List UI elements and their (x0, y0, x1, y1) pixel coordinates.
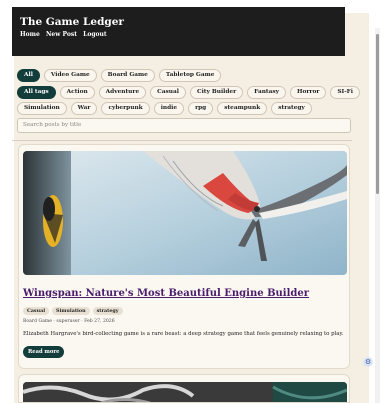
category-chip-all[interactable]: All (17, 69, 40, 82)
tag-chip-war[interactable]: War (70, 102, 98, 115)
post-meta: Board Game · superuser · Feb 27, 2026 (23, 319, 115, 324)
category-chip-board-game[interactable]: Board Game (100, 69, 155, 82)
post-tag[interactable]: strategy (92, 307, 123, 315)
tag-chip-city-builder[interactable]: City Builder (189, 86, 244, 99)
tag-chip-rpg[interactable]: rpg (188, 102, 214, 115)
tag-chip-casual[interactable]: Casual (150, 86, 186, 99)
tag-chip-strategy[interactable]: strategy (271, 102, 312, 115)
post-hero-image[interactable] (23, 382, 347, 402)
nav-new-post-link[interactable]: New Post (46, 31, 77, 38)
post-tag[interactable]: Simulation (52, 307, 90, 315)
tag-chip-all-tags[interactable]: All tags (17, 86, 56, 99)
tag-filter-row-1: All tags Action Adventure Casual City Bu… (17, 86, 360, 99)
tag-chip-simulation[interactable]: Simulation (17, 102, 67, 115)
section-divider (12, 140, 352, 141)
post-tag[interactable]: Casual (23, 307, 50, 315)
post-title-link[interactable]: Wingspan: Nature's Most Beautiful Engine… (23, 288, 309, 299)
category-chip-video-game[interactable]: Video Game (43, 69, 97, 82)
tag-chip-fantasy[interactable]: Fantasy (247, 86, 286, 99)
site-header: The Game Ledger Home New Post Logout (12, 7, 345, 56)
category-filter: All Video Game Board Game Tabletop Game (17, 69, 357, 82)
tag-chip-action[interactable]: Action (59, 86, 95, 99)
tag-chip-steampunk[interactable]: steampunk (217, 102, 268, 115)
scrollbar-thumb[interactable] (376, 34, 379, 194)
post-hero-image[interactable] (23, 151, 347, 275)
post-excerpt: Elizabeth Hargrave's bird-collecting gam… (23, 331, 344, 337)
page-scrollbar[interactable] (375, 28, 380, 403)
tag-chip-horror[interactable]: Horror (290, 86, 327, 99)
tag-chip-cyberpunk[interactable]: cyberpunk (101, 102, 150, 115)
gear-icon[interactable]: ⚙ (363, 357, 373, 367)
tag-chip-sci-fi[interactable]: SI-Fi (330, 86, 360, 99)
search-input[interactable]: Search posts by title (17, 118, 351, 133)
site-title[interactable]: The Game Ledger (20, 16, 337, 28)
post-card (18, 374, 350, 403)
nav-logout-link[interactable]: Logout (83, 31, 107, 38)
tag-chip-indie[interactable]: indie (153, 102, 185, 115)
post-tags: Casual Simulation strategy (23, 307, 123, 315)
nav-home-link[interactable]: Home (20, 31, 40, 38)
main-nav: Home New Post Logout (20, 31, 337, 38)
category-chip-tabletop-game[interactable]: Tabletop Game (158, 69, 222, 82)
read-more-button[interactable]: Read more (23, 346, 65, 358)
tag-chip-adventure[interactable]: Adventure (98, 86, 147, 99)
tag-filter-row-2: Simulation War cyberpunk indie rpg steam… (17, 102, 357, 115)
post-card: Wingspan: Nature's Most Beautiful Engine… (18, 144, 350, 369)
